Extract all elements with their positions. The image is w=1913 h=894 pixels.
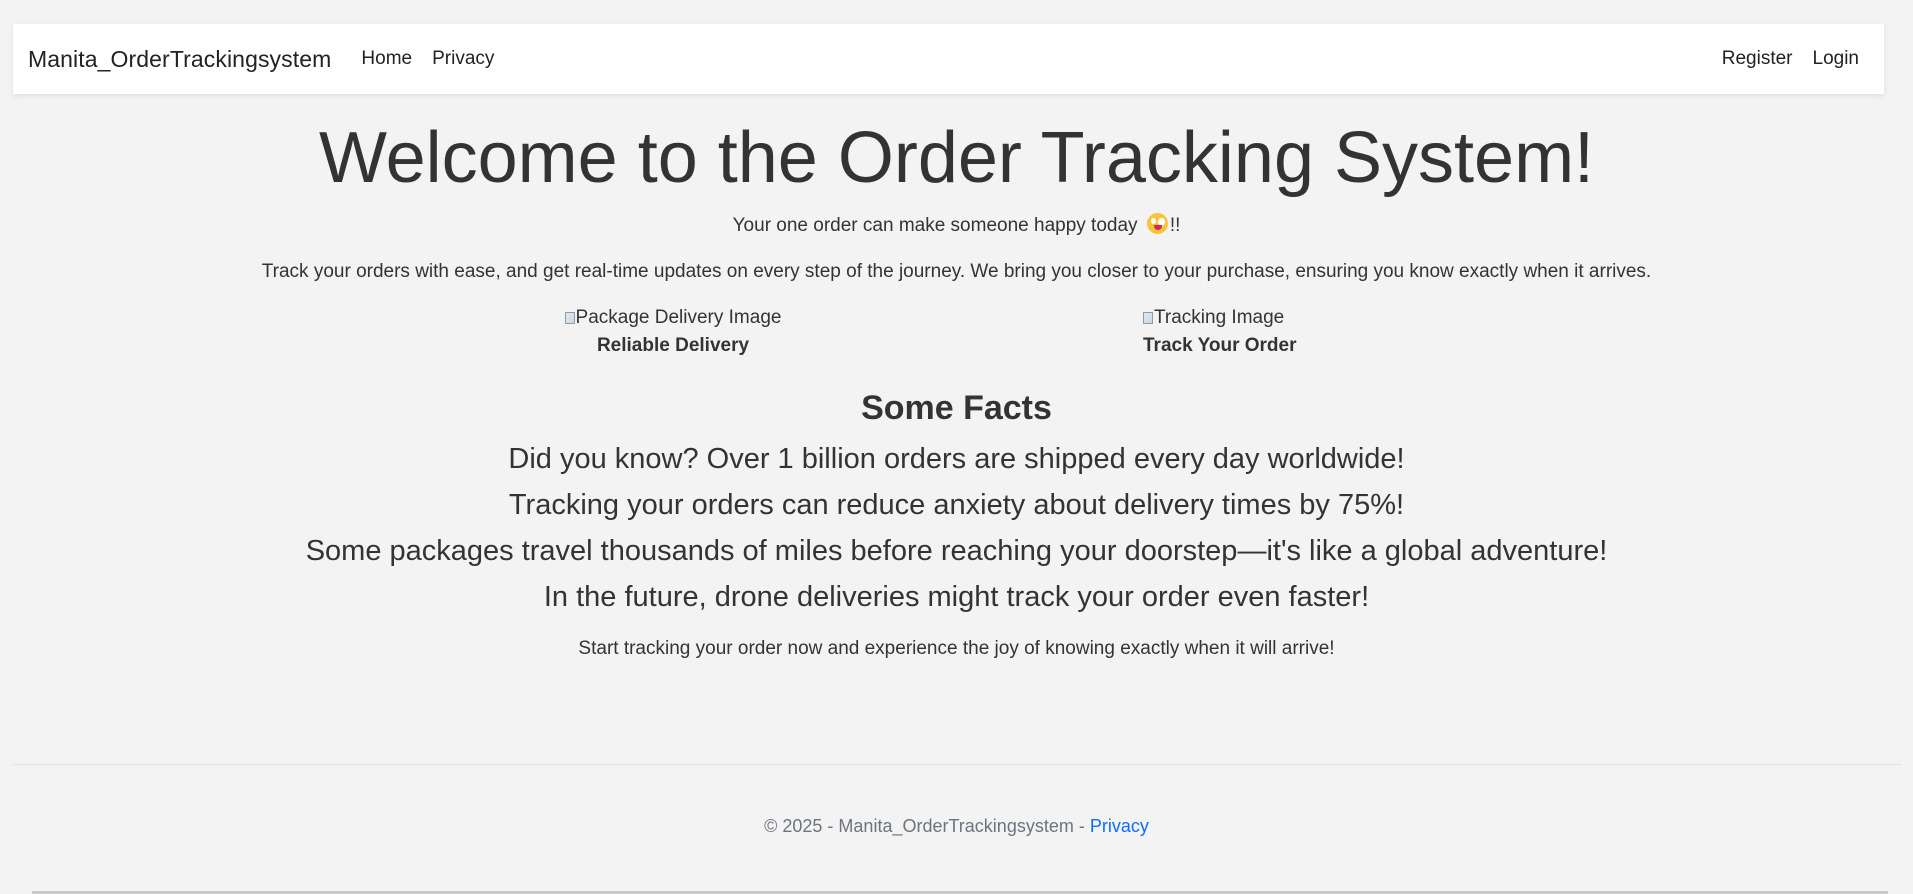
fact-item: In the future, drone deliveries might tr… xyxy=(543,580,1370,613)
page: Manita_OrderTrackingsystem Home Privacy … xyxy=(0,0,1913,894)
tagline-text: Your one order can make someone happy to… xyxy=(732,214,1143,236)
brand-link[interactable]: Manita_OrderTrackingsystem xyxy=(28,46,331,73)
package-delivery-image-alt: Package Delivery Image xyxy=(575,306,782,328)
main-content: Welcome to the Order Tracking System! Yo… xyxy=(0,94,1913,660)
login-link[interactable]: Login xyxy=(1813,48,1860,70)
zany-face-emoji-icon xyxy=(1146,212,1168,234)
fact-item: Tracking your orders can reduce anxiety … xyxy=(508,488,1405,521)
package-delivery-image: Package Delivery Image xyxy=(564,306,782,329)
footer-privacy-link[interactable]: Privacy xyxy=(1090,816,1149,836)
closing-text: Start tracking your order now and experi… xyxy=(578,637,1335,659)
nav-home-link[interactable]: Home xyxy=(361,48,412,70)
broken-image-icon xyxy=(564,311,575,324)
top-navbar: Manita_OrderTrackingsystem Home Privacy … xyxy=(13,24,1884,94)
footer: © 2025 - Manita_OrderTrackingsystem - Pr… xyxy=(0,816,1913,837)
feature-reliable-delivery: Package Delivery Image Reliable Delivery xyxy=(555,307,791,357)
auth-nav: Register Login xyxy=(1722,48,1869,70)
footer-text: © 2025 - Manita_OrderTrackingsystem - xyxy=(764,816,1090,836)
tracking-image: Tracking Image xyxy=(1143,307,1284,329)
register-link[interactable]: Register xyxy=(1722,48,1793,70)
feature-row: Package Delivery Image Reliable Delivery… xyxy=(0,307,1913,369)
facts-heading: Some Facts xyxy=(861,388,1052,427)
tagline: Your one order can make someone happy to… xyxy=(0,212,1913,237)
fact-item: Did you know? Over 1 billion orders are … xyxy=(508,442,1405,475)
broken-image-icon xyxy=(1143,311,1153,324)
main-nav: Home Privacy xyxy=(361,48,494,70)
feature-track-order: Tracking Image Track Your Order xyxy=(1143,307,1303,357)
tracking-image-alt: Tracking Image xyxy=(1154,306,1285,328)
feature-caption: Reliable Delivery xyxy=(596,334,750,356)
feature-caption: Track Your Order xyxy=(1143,334,1297,356)
tagline-exclaim: !! xyxy=(1169,214,1181,236)
intro-text: Track your orders with ease, and get rea… xyxy=(261,260,1652,282)
fact-item: Some packages travel thousands of miles … xyxy=(305,534,1608,567)
nav-privacy-link[interactable]: Privacy xyxy=(432,48,494,70)
hero-title: Welcome to the Order Tracking System! xyxy=(318,118,1595,198)
footer-divider xyxy=(13,764,1901,765)
